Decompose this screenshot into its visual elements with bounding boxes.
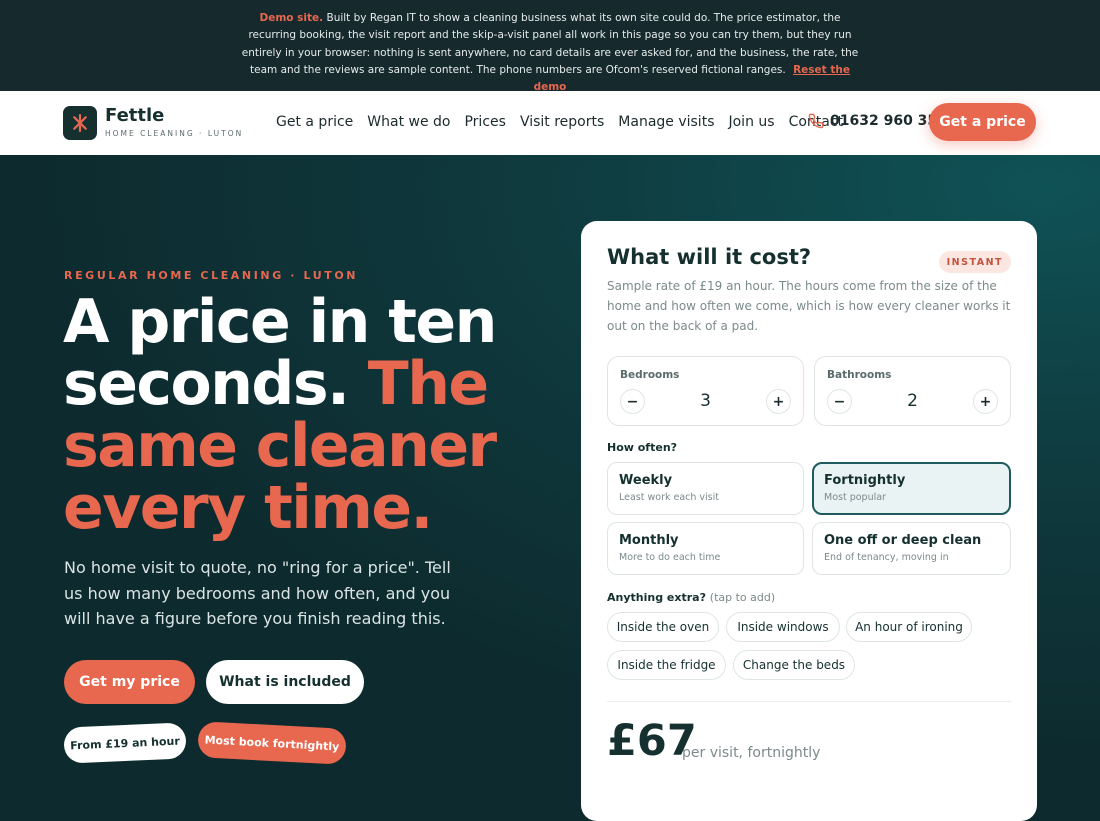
price-note: per visit, fortnightly: [682, 745, 821, 761]
phone-icon: [808, 113, 824, 129]
instant-badge: INSTANT: [938, 251, 1011, 273]
extra-change-beds[interactable]: Change the beds: [733, 650, 855, 680]
frequency-option-monthly[interactable]: Monthly More to do each time: [607, 522, 804, 575]
nav-visit-reports[interactable]: Visit reports: [520, 114, 604, 130]
popular-tag: Most book fortnightly: [197, 721, 347, 765]
frequency-option-one-off[interactable]: One off or deep clean End of tenancy, mo…: [812, 522, 1011, 575]
extras-hint: (tap to add): [709, 591, 776, 604]
brand-tagline: HOME CLEANING · LUTON: [105, 129, 244, 138]
frequency-title: Monthly: [619, 533, 679, 548]
frequency-title: One off or deep clean: [824, 533, 982, 548]
logo-mark[interactable]: [63, 106, 97, 140]
rate-tag: From £19 an hour: [63, 722, 187, 764]
brand-name[interactable]: Fettle: [105, 105, 164, 126]
card-divider: [607, 701, 1011, 702]
price-estimator-card: What will it cost? INSTANT Sample rate o…: [581, 221, 1037, 821]
bathrooms-label: Bathrooms: [827, 369, 892, 381]
hero-section: REGULAR HOME CLEANING · LUTON A price in…: [0, 155, 1100, 821]
bedrooms-stepper: Bedrooms − 3 +: [607, 356, 804, 426]
frequency-option-fortnightly[interactable]: Fortnightly Most popular: [812, 462, 1011, 515]
header-get-price-button[interactable]: Get a price: [929, 103, 1036, 141]
phone-link[interactable]: 01632 960 355: [808, 113, 947, 129]
demo-label: Demo site.: [259, 12, 324, 24]
nav-what-we-do[interactable]: What we do: [367, 114, 450, 130]
hero-eyebrow: REGULAR HOME CLEANING · LUTON: [64, 269, 359, 282]
extra-inside-oven[interactable]: Inside the oven: [607, 612, 719, 642]
bathrooms-stepper: Bathrooms − 2 +: [814, 356, 1011, 426]
nav-join-us[interactable]: Join us: [728, 114, 774, 130]
hero-headline: A price in ten seconds. The same cleaner…: [63, 291, 543, 539]
estimator-description: Sample rate of £19 an hour. The hours co…: [607, 279, 1011, 333]
bedrooms-label: Bedrooms: [620, 369, 680, 381]
extras-title: Anything extra?: [607, 591, 706, 604]
main-nav: Get a price What we do Prices Visit repo…: [276, 114, 857, 130]
extras-label: Anything extra? (tap to add): [607, 591, 775, 604]
frequency-label: How often?: [607, 441, 678, 454]
sparkle-icon: [73, 113, 87, 133]
frequency-title: Fortnightly: [824, 473, 906, 488]
nav-manage-visits[interactable]: Manage visits: [618, 114, 714, 130]
frequency-title: Weekly: [619, 473, 673, 488]
bathrooms-increment-button[interactable]: +: [973, 389, 998, 414]
what-is-included-button[interactable]: What is included: [206, 660, 364, 704]
nav-prices[interactable]: Prices: [464, 114, 505, 130]
frequency-sub: Most popular: [824, 492, 886, 503]
extra-inside-fridge[interactable]: Inside the fridge: [607, 650, 726, 680]
demo-banner: Demo site. Built by Regan IT to show a c…: [0, 0, 1100, 93]
hero-lede: No home visit to quote, no "ring for a p…: [64, 558, 451, 628]
extra-inside-windows[interactable]: Inside windows: [726, 612, 840, 642]
extra-hour-of-ironing[interactable]: An hour of ironing: [846, 612, 972, 642]
frequency-sub: Least work each visit: [619, 492, 720, 503]
frequency-sub: More to do each time: [619, 552, 721, 563]
nav-get-a-price[interactable]: Get a price: [276, 114, 353, 130]
frequency-option-weekly[interactable]: Weekly Least work each visit: [607, 462, 804, 515]
bedrooms-increment-button[interactable]: +: [766, 389, 791, 414]
demo-text: Built by Regan IT to show a cleaning bus…: [241, 12, 859, 76]
frequency-sub: End of tenancy, moving in: [824, 552, 949, 563]
estimator-title: What will it cost?: [607, 245, 812, 269]
get-my-price-button[interactable]: Get my price: [64, 660, 195, 704]
site-header: Fettle HOME CLEANING · LUTON Get a price…: [0, 91, 1100, 155]
